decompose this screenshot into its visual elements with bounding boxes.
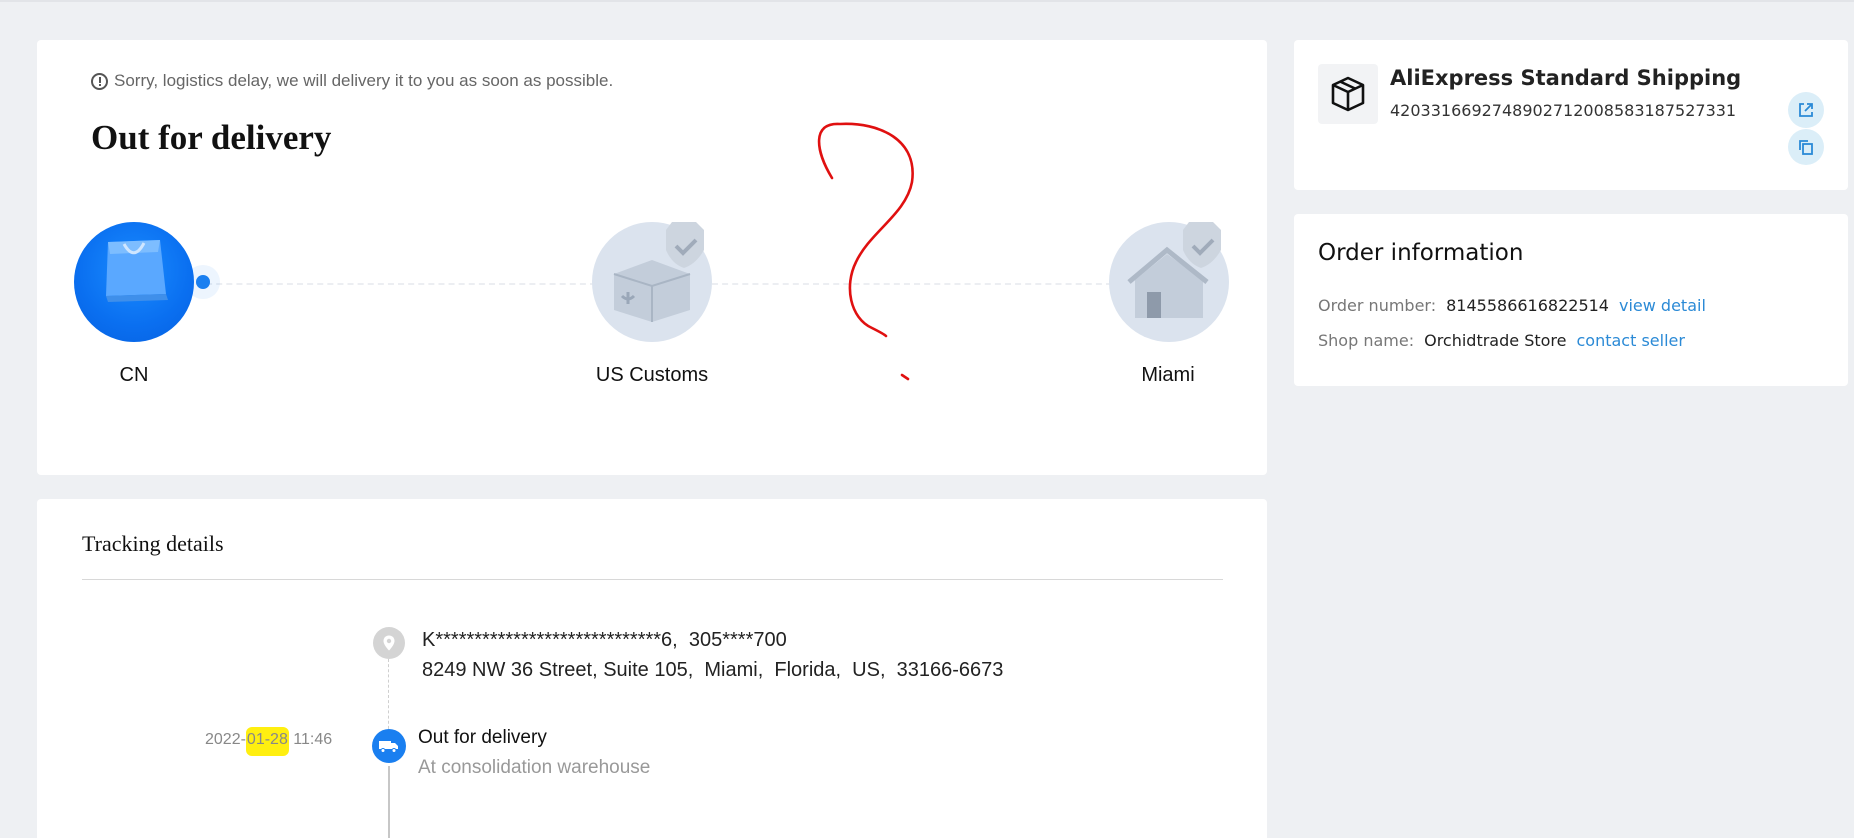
truck-icon bbox=[379, 741, 398, 753]
delivery-address: 8249 NW 36 Street, Suite 105, Miami, Flo… bbox=[422, 659, 1004, 681]
shop-name-value: Orchidtrade Store bbox=[1424, 331, 1567, 350]
order-number-row: Order number: 8145586616822514 view deta… bbox=[1318, 296, 1706, 315]
timestamp-highlight: 01-28 bbox=[245, 727, 289, 756]
event-marker bbox=[372, 729, 406, 763]
progress-connector bbox=[196, 283, 596, 285]
tracking-details-card: Tracking details K**********************… bbox=[37, 499, 1267, 838]
progress-connector bbox=[712, 283, 1112, 285]
shop-name-label: Shop name: bbox=[1318, 331, 1415, 350]
divider bbox=[82, 579, 1223, 580]
event-status: Out for delivery bbox=[418, 727, 547, 748]
copy-icon bbox=[1799, 140, 1813, 155]
open-tracking-button[interactable] bbox=[1788, 92, 1824, 128]
event-timestamp: 2022-01-28 11:46 bbox=[205, 727, 333, 756]
timestamp-time: 11:46 bbox=[288, 731, 333, 748]
delay-notice: Sorry, logistics delay, we will delivery… bbox=[91, 71, 613, 91]
package-thumbnail bbox=[1318, 64, 1378, 124]
location-pin-icon bbox=[383, 635, 395, 651]
house-icon bbox=[1127, 222, 1221, 318]
order-number-value: 8145586616822514 bbox=[1446, 296, 1609, 315]
alert-icon bbox=[91, 72, 108, 90]
carrier-name: AliExpress Standard Shipping bbox=[1390, 66, 1742, 90]
progress-label-origin: CN bbox=[119, 364, 149, 386]
timeline-connector bbox=[388, 659, 389, 734]
copy-tracking-button[interactable] bbox=[1788, 129, 1824, 165]
order-information-card: Order information Order number: 81455866… bbox=[1294, 214, 1848, 386]
tracking-details-title: Tracking details bbox=[82, 531, 224, 556]
timeline-connector bbox=[388, 766, 390, 838]
event-description: At consolidation warehouse bbox=[418, 757, 651, 778]
delivery-status-title: Out for delivery bbox=[91, 118, 332, 157]
timestamp-year: 2022- bbox=[205, 731, 246, 748]
view-detail-link[interactable]: view detail bbox=[1619, 296, 1706, 315]
order-number-label: Order number: bbox=[1318, 296, 1437, 315]
order-info-title: Order information bbox=[1318, 240, 1524, 266]
shop-name-row: Shop name: Orchidtrade Store contact sel… bbox=[1318, 331, 1685, 350]
progress-node-destination bbox=[1109, 222, 1229, 342]
package-box-icon bbox=[1331, 76, 1365, 112]
current-position-dot bbox=[196, 275, 210, 289]
progress-node-customs bbox=[592, 222, 712, 342]
tracking-number: 4203316692748902712008583187527331 bbox=[1390, 101, 1737, 120]
progress-label-customs: US Customs bbox=[595, 364, 709, 386]
location-pin bbox=[373, 627, 405, 659]
external-link-icon bbox=[1799, 103, 1813, 117]
recipient-line: K*****************************6, 305****… bbox=[422, 629, 787, 651]
shipping-method-card: AliExpress Standard Shipping 42033166927… bbox=[1294, 40, 1848, 190]
progress-node-origin bbox=[74, 222, 194, 342]
progress-label-destination: Miami bbox=[1141, 364, 1195, 386]
top-border bbox=[0, 0, 1854, 2]
delay-notice-text: Sorry, logistics delay, we will delivery… bbox=[114, 71, 614, 90]
shopping-bag-icon bbox=[106, 240, 168, 302]
customs-package-icon bbox=[613, 222, 704, 322]
contact-seller-link[interactable]: contact seller bbox=[1576, 331, 1684, 350]
